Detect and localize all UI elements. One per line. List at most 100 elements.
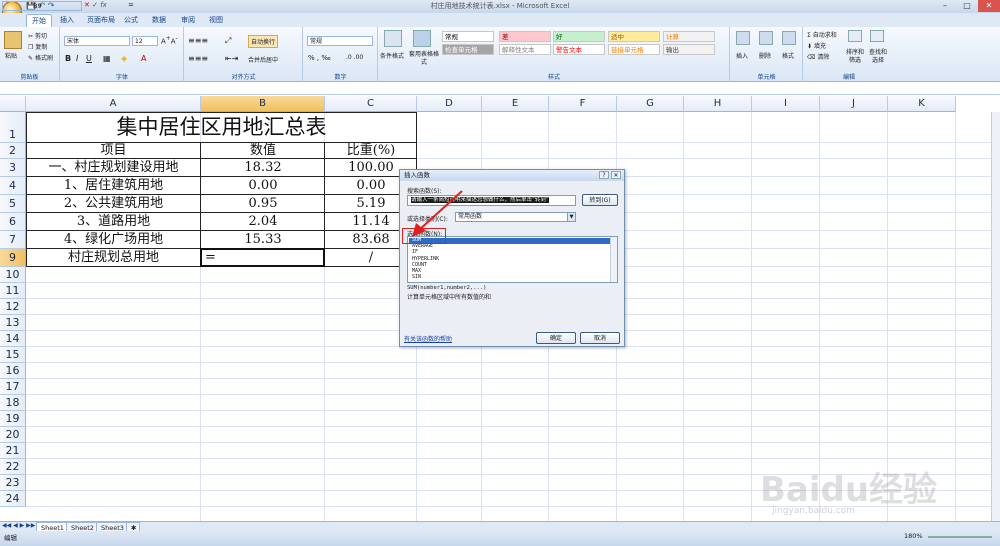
- border-icon[interactable]: ▦: [103, 54, 111, 63]
- row-header[interactable]: 15: [0, 347, 26, 363]
- row-header[interactable]: 2: [0, 143, 26, 159]
- find-select-icon[interactable]: [870, 30, 884, 42]
- cut-button[interactable]: ✂ 剪切: [28, 31, 47, 40]
- font-size-select[interactable]: 12: [132, 36, 158, 46]
- row-header[interactable]: 13: [0, 315, 26, 331]
- cancel-icon[interactable]: ✕: [84, 1, 90, 9]
- zoom-level[interactable]: 180%: [904, 532, 923, 540]
- ok-button[interactable]: 确定: [536, 332, 576, 344]
- clear-button[interactable]: ⌫ 清除: [807, 52, 829, 61]
- row-header[interactable]: 5: [0, 195, 26, 213]
- chevron-down-icon[interactable]: ▼: [567, 213, 575, 221]
- row-header[interactable]: 21: [0, 443, 26, 459]
- column-header[interactable]: H: [684, 96, 752, 112]
- enter-icon[interactable]: ✓: [92, 1, 98, 9]
- cell-style-8[interactable]: 警告文本: [553, 44, 605, 55]
- row-header[interactable]: 16: [0, 363, 26, 379]
- table-cell[interactable]: 2.04: [201, 213, 325, 231]
- function-list-item[interactable]: COUNT: [412, 262, 607, 269]
- function-list-item[interactable]: HYPERLINK: [412, 256, 607, 263]
- percent-icon[interactable]: % , ‰: [308, 54, 331, 62]
- merge-center-button[interactable]: 合并后居中: [248, 55, 278, 64]
- table-cell[interactable]: 18.32: [201, 159, 325, 177]
- conditional-format-icon[interactable]: [384, 30, 402, 47]
- paste-icon[interactable]: [4, 31, 22, 49]
- row-header[interactable]: 23: [0, 475, 26, 491]
- row-header[interactable]: 3: [0, 159, 26, 177]
- cell-style-7[interactable]: 解释性文本: [499, 44, 551, 55]
- cell-style-1[interactable]: 常规: [442, 31, 494, 42]
- dialog-close-icon[interactable]: ✕: [611, 171, 621, 179]
- conditional-format-button[interactable]: 条件格式: [380, 51, 404, 60]
- function-help-link[interactable]: 有关该函数的帮助: [404, 334, 452, 343]
- row-header[interactable]: 19: [0, 411, 26, 427]
- function-list-item[interactable]: IF: [412, 250, 607, 256]
- sort-filter-icon[interactable]: [848, 30, 862, 42]
- number-format-select[interactable]: 常规: [307, 36, 373, 46]
- italic-button[interactable]: I: [76, 54, 78, 63]
- cell-style-9[interactable]: 链接单元格: [608, 44, 660, 55]
- tab-review[interactable]: 审阅: [176, 14, 200, 27]
- tab-page-layout[interactable]: 页面布局: [82, 14, 120, 27]
- header-cell[interactable]: 项目: [26, 143, 201, 159]
- minimize-button[interactable]: –: [934, 0, 956, 12]
- header-cell[interactable]: 数值: [201, 143, 325, 159]
- insert-cells-button[interactable]: 插入: [736, 51, 748, 60]
- header-cell[interactable]: 比重(%): [325, 143, 417, 159]
- column-header[interactable]: C: [325, 96, 417, 112]
- column-header[interactable]: A: [26, 96, 201, 112]
- row-header[interactable]: 6: [0, 213, 26, 231]
- function-list-scrollbar[interactable]: [610, 237, 617, 282]
- column-header[interactable]: B: [201, 96, 325, 112]
- name-box[interactable]: B9: [2, 1, 82, 11]
- font-color-icon[interactable]: A: [141, 54, 146, 63]
- cell-style-5[interactable]: 计算: [663, 31, 715, 42]
- cell-style-3[interactable]: 好: [553, 31, 605, 42]
- cell-style-2[interactable]: 差: [499, 31, 551, 42]
- table-format-icon[interactable]: [413, 30, 431, 47]
- bold-button[interactable]: B: [65, 54, 71, 63]
- row-header[interactable]: 11: [0, 283, 26, 299]
- orientation-icon[interactable]: ⤢: [225, 36, 231, 46]
- format-painter-button[interactable]: ✎ 格式刷: [28, 53, 53, 62]
- format-cells-button[interactable]: 格式: [782, 51, 794, 60]
- column-header[interactable]: D: [417, 96, 482, 112]
- table-cell[interactable]: 15.33: [201, 231, 325, 249]
- help-icon[interactable]: ?: [599, 171, 609, 179]
- column-header[interactable]: I: [752, 96, 820, 112]
- row-header[interactable]: 4: [0, 177, 26, 195]
- row-header[interactable]: 22: [0, 459, 26, 475]
- row-header[interactable]: 10: [0, 267, 26, 283]
- paste-button[interactable]: 粘贴: [5, 51, 17, 60]
- select-all-corner[interactable]: [0, 96, 26, 112]
- cancel-button[interactable]: 取消: [580, 332, 620, 344]
- row-header[interactable]: 1: [0, 112, 26, 143]
- cell-style-6[interactable]: 检查单元格: [442, 44, 494, 55]
- decimal-icon[interactable]: .0 .00: [346, 54, 363, 61]
- table-cell[interactable]: 村庄规划总用地: [26, 249, 201, 267]
- table-cell[interactable]: 1、居住建筑用地: [26, 177, 201, 195]
- font-name-select[interactable]: 宋体: [64, 36, 130, 46]
- fill-button[interactable]: ⬇ 填充: [807, 41, 826, 50]
- tab-formulas[interactable]: 公式: [119, 14, 143, 27]
- sort-filter-button[interactable]: 排序和筛选: [844, 49, 866, 65]
- align-left-icon[interactable]: ≡≡≡: [188, 54, 208, 63]
- table-format-button[interactable]: 套用表格格式: [409, 51, 439, 67]
- formula-input[interactable]: =: [128, 1, 134, 9]
- delete-cells-icon[interactable]: [759, 31, 773, 45]
- table-cell[interactable]: 3、道路用地: [26, 213, 201, 231]
- wrap-text-button[interactable]: 自动换行: [248, 35, 279, 48]
- tab-view[interactable]: 视图: [204, 14, 228, 27]
- table-cell[interactable]: 2、公共建筑用地: [26, 195, 201, 213]
- go-button[interactable]: 转到(G): [582, 194, 618, 206]
- sheet-nav-arrows-icon[interactable]: ◀◀ ◀ ▶ ▶▶: [2, 522, 35, 529]
- tab-home[interactable]: 开始: [26, 14, 52, 27]
- function-list-item[interactable]: MAX: [412, 268, 607, 275]
- vertical-scrollbar[interactable]: [991, 112, 1000, 521]
- delete-cells-button[interactable]: 删除: [759, 51, 771, 60]
- indent-icon[interactable]: ⇤⇥: [225, 54, 238, 63]
- table-cell[interactable]: 0.95: [201, 195, 325, 213]
- fx-icon[interactable]: fx: [100, 1, 107, 9]
- find-select-button[interactable]: 查找和选择: [867, 49, 889, 65]
- format-cells-icon[interactable]: [782, 31, 796, 45]
